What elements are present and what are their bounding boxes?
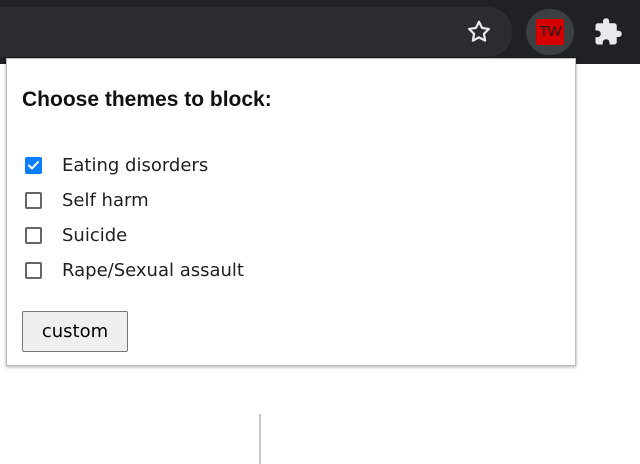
puzzle-icon[interactable] (593, 17, 623, 47)
eating-disorders-checkbox[interactable] (25, 157, 42, 174)
page-divider (259, 414, 261, 464)
extension-popup: Choose themes to block: Eating disorders… (6, 58, 576, 366)
tw-icon: TW (536, 19, 564, 45)
address-bar[interactable] (0, 7, 512, 57)
rape-sexual-assault-checkbox[interactable] (25, 262, 42, 279)
theme-option-self-harm[interactable]: Self harm (25, 183, 525, 218)
theme-option-eating-disorders[interactable]: Eating disorders (25, 148, 525, 183)
self-harm-label[interactable]: Self harm (62, 190, 149, 211)
popup-title: Choose themes to block: (22, 88, 272, 111)
suicide-checkbox[interactable] (25, 227, 42, 244)
theme-list: Eating disorders Self harm Suicide Rape/… (25, 148, 525, 288)
trigger-warning-extension-button[interactable]: TW (526, 9, 574, 55)
rape-sexual-assault-label[interactable]: Rape/Sexual assault (62, 260, 244, 281)
checkmark-icon (28, 161, 39, 170)
eating-disorders-label[interactable]: Eating disorders (62, 155, 208, 176)
self-harm-checkbox[interactable] (25, 192, 42, 209)
star-icon[interactable] (465, 18, 493, 46)
browser-toolbar: TW (0, 0, 640, 64)
theme-option-rape-sexual-assault[interactable]: Rape/Sexual assault (25, 253, 525, 288)
suicide-label[interactable]: Suicide (62, 225, 127, 246)
custom-button[interactable]: custom (22, 311, 128, 352)
theme-option-suicide[interactable]: Suicide (25, 218, 525, 253)
